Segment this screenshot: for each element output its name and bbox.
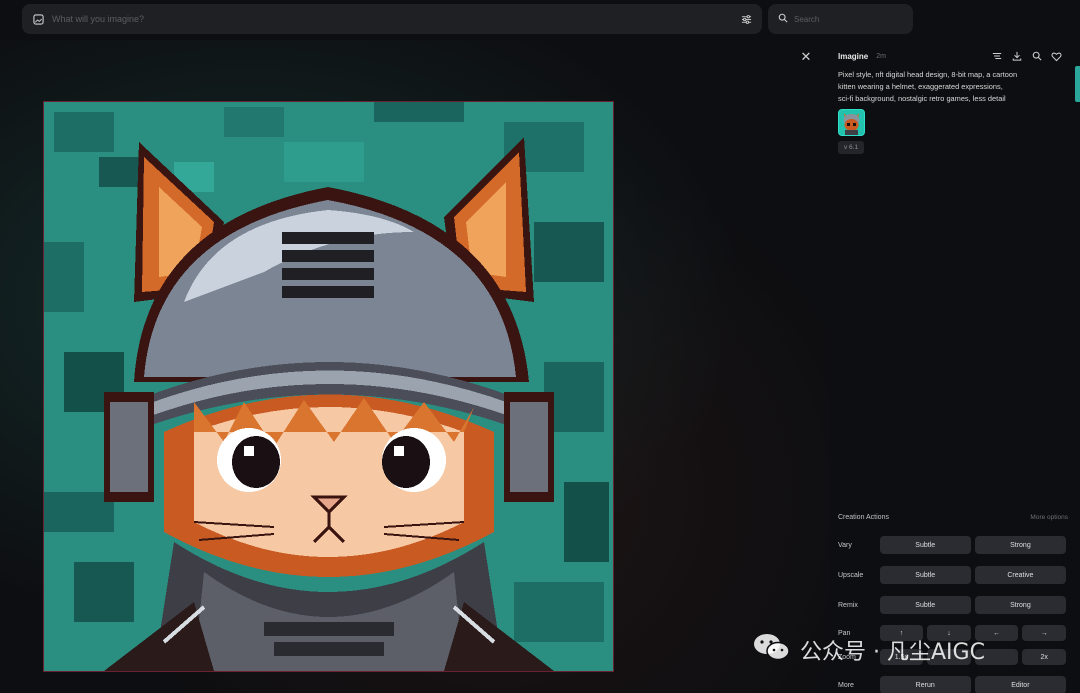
heart-icon[interactable] xyxy=(1051,51,1062,62)
magnify-icon[interactable] xyxy=(1031,51,1042,62)
details-panel: Imagine 2m Pixel style, nft digital head… xyxy=(838,48,1074,154)
action-row-remix: Remix Subtle Strong xyxy=(838,596,1070,614)
row-label: Pan xyxy=(838,629,851,637)
creation-actions: Creation Actions More options Vary Subtl… xyxy=(838,510,1070,693)
row-label: Remix xyxy=(838,601,858,609)
editor-button[interactable]: Editor xyxy=(974,676,1066,693)
zoom-2x-button[interactable]: 2x xyxy=(1022,649,1066,665)
row-label: Zoom xyxy=(838,653,856,661)
panel-title: Imagine xyxy=(838,51,869,61)
pan-left-button[interactable]: ← xyxy=(974,625,1019,641)
zoom-1-5x-button[interactable]: 1.5x xyxy=(879,649,924,665)
generated-image[interactable] xyxy=(43,101,614,672)
action-row-upscale: Upscale Subtle Creative xyxy=(838,566,1070,584)
vary-strong-button[interactable]: Strong xyxy=(974,536,1066,554)
prompt-line: kitten wearing a helmet, exaggerated exp… xyxy=(838,82,1003,91)
actions-header: Creation Actions More options xyxy=(838,510,1070,524)
row-label: Vary xyxy=(838,541,852,549)
search-input[interactable] xyxy=(794,14,904,24)
side-thumbnail-strip[interactable] xyxy=(1075,66,1080,102)
close-button[interactable]: ✕ xyxy=(798,49,814,65)
row-label: More xyxy=(838,681,854,689)
search-icon xyxy=(778,10,788,28)
remix-subtle-button[interactable]: Subtle xyxy=(879,596,971,614)
close-icon: ✕ xyxy=(800,49,812,64)
filter-icon[interactable] xyxy=(991,51,1002,62)
search-bar[interactable] xyxy=(768,4,913,34)
zoom-option-button[interactable] xyxy=(974,649,1019,665)
model-version-badge: v 6.1 xyxy=(838,141,865,154)
pixel-kitten-artwork xyxy=(44,102,613,671)
kitten-thumbnail-image xyxy=(839,110,864,135)
vary-subtle-button[interactable]: Subtle xyxy=(879,536,971,554)
pan-up-button[interactable]: ↑ xyxy=(879,625,924,641)
pan-right-button[interactable]: → xyxy=(1022,625,1066,641)
upscale-creative-button[interactable]: Creative xyxy=(974,566,1066,584)
panel-header: Imagine 2m xyxy=(838,48,1074,64)
panel-timestamp: 2m xyxy=(876,52,886,60)
pan-down-button[interactable]: ↓ xyxy=(927,625,971,641)
sliders-icon[interactable] xyxy=(740,13,752,25)
image-icon[interactable] xyxy=(32,13,44,25)
row-label: Upscale xyxy=(838,571,864,579)
prompt-bar[interactable] xyxy=(22,4,762,34)
prompt-line: Pixel style, nft digital head design, 8-… xyxy=(838,70,1018,79)
zoom-option-button[interactable] xyxy=(927,649,971,665)
more-options-link[interactable]: More options xyxy=(1030,514,1070,521)
action-row-pan: Pan ↑ ↓ ← → xyxy=(838,624,1070,642)
download-icon[interactable] xyxy=(1011,51,1022,62)
upscale-subtle-button[interactable]: Subtle xyxy=(879,566,971,584)
prompt-input[interactable] xyxy=(52,14,740,24)
remix-strong-button[interactable]: Strong xyxy=(974,596,1066,614)
action-row-vary: Vary Subtle Strong xyxy=(838,536,1070,554)
actions-title: Creation Actions xyxy=(838,513,889,521)
prompt-description: Pixel style, nft digital head design, 8-… xyxy=(838,69,1048,105)
reference-thumbnail[interactable] xyxy=(838,109,865,136)
action-row-zoom: Zoom 1.5x 2x xyxy=(838,648,1070,666)
rerun-button[interactable]: Rerun xyxy=(879,676,971,693)
panel-toolbar xyxy=(991,51,1074,62)
action-row-more: More Rerun Editor xyxy=(838,676,1070,693)
prompt-line: sci-fi background, nostalgic retro games… xyxy=(838,94,1006,103)
